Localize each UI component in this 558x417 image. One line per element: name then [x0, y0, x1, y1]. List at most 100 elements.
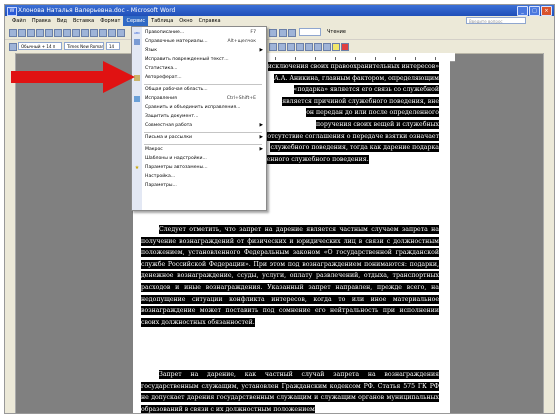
menu-item-label: Автореферат... [145, 75, 182, 80]
submenu-arrow-icon: ▶ [259, 48, 263, 53]
zoom-combo[interactable] [299, 28, 321, 36]
menu-item-statistics[interactable]: Статистика... [132, 65, 266, 73]
menu-window[interactable]: Окно [176, 16, 195, 26]
border-icon[interactable] [323, 43, 331, 51]
text-line: отсутствие соглашения о передаче взятки … [267, 131, 439, 141]
menu-item-customize[interactable]: Настройка... [132, 173, 266, 181]
menu-item-shortcut: F7 [250, 30, 256, 35]
menu-item-label: Исправления [145, 96, 177, 101]
paragraph-2: Следует отметить, что запрет на дарение … [141, 224, 439, 328]
menu-item-templates-addins[interactable]: Шаблоны и надстройки... [132, 155, 266, 163]
menu-service[interactable]: Сервис [123, 16, 149, 26]
title-bar: W Хлонова Наталья Валерьевна.doc - Micro… [5, 5, 554, 16]
paste-icon[interactable] [99, 29, 107, 37]
new-document-icon[interactable] [9, 29, 17, 37]
menu-item-label: Настройка... [145, 174, 176, 179]
menu-item-track-changes[interactable]: Исправления Ctrl+Shift+E [132, 95, 266, 103]
menu-separator [144, 132, 262, 133]
bullets-icon[interactable] [296, 43, 304, 51]
menu-item-macro[interactable]: Макрос ▶ [132, 146, 266, 154]
vertical-scrollbar[interactable] [543, 53, 554, 413]
menu-item-compare-merge[interactable]: Сравнить и объединить исправления... [132, 104, 266, 112]
font-color-icon[interactable] [341, 43, 349, 51]
submenu-arrow-icon: ▶ [259, 135, 263, 140]
menu-item-label: Сравнить и объединить исправления... [145, 105, 241, 110]
menu-insert[interactable]: Вставка [70, 16, 97, 26]
menu-format[interactable]: Формат [97, 16, 123, 26]
menu-item-autocorrect-options[interactable]: ★ Параметры автозамены... [132, 164, 266, 172]
menu-item-collaboration[interactable]: Совместная работа ▶ [132, 122, 266, 130]
menu-separator [144, 144, 262, 145]
maximize-icon[interactable]: □ [529, 6, 540, 16]
menu-file[interactable]: Файл [9, 16, 29, 26]
menu-item-label: Общая рабочая область... [145, 87, 208, 92]
menu-table[interactable]: Таблица [148, 16, 176, 26]
menu-view[interactable]: Вид [54, 16, 70, 26]
window-controls: _ □ × [517, 6, 552, 16]
text-line: А.А. Аникина, главным фактором, определя… [274, 73, 439, 83]
menu-item-protect-document[interactable]: Защитить документ... [132, 113, 266, 121]
help-search-input[interactable]: Введите вопрос [466, 17, 526, 24]
undo-icon[interactable] [117, 29, 125, 37]
styles-pane-icon[interactable] [9, 43, 17, 51]
hyperlink-icon[interactable] [279, 29, 287, 37]
menu-item-language[interactable]: Язык ▶ [132, 47, 266, 55]
menu-item-autosummarize[interactable]: Автореферат... [132, 74, 266, 82]
permission-icon[interactable] [36, 29, 44, 37]
menu-item-fix-text[interactable]: Исправить поврежденный текст... [132, 56, 266, 64]
spelling-icon[interactable] [63, 29, 71, 37]
text-line: служебного поведения, тогда как дарение … [270, 143, 439, 153]
menu-item-shortcut: Alt+щелчок [227, 39, 256, 44]
menu-item-research[interactable]: Справочные материалы... Alt+щелчок [132, 38, 266, 46]
numbering-icon[interactable] [287, 43, 295, 51]
decrease-indent-icon[interactable] [305, 43, 313, 51]
menu-item-label: Статистика... [145, 66, 178, 71]
print-icon[interactable] [45, 29, 53, 37]
redo-icon[interactable] [269, 29, 277, 37]
formatting-toolbar: Обычный + 14 п Times New Roman 14 [5, 40, 554, 54]
font-size-combo[interactable]: 14 [106, 42, 120, 50]
menu-item-label: Макрос [145, 147, 163, 152]
menu-item-label: Защитить документ... [145, 114, 199, 119]
paragraph-3: Запрет на дарение, как частный случай за… [141, 369, 439, 413]
menu-bar: Файл Правка Вид Вставка Формат Сервис Та… [5, 16, 554, 26]
font-combo[interactable]: Times New Roman [64, 42, 104, 50]
format-painter-icon[interactable] [108, 29, 116, 37]
text-paragraph: Следует отметить, что запрет на дарение … [141, 225, 439, 327]
reading-mode-button[interactable]: Чтение [327, 28, 346, 37]
increase-indent-icon[interactable] [314, 43, 322, 51]
preview-icon[interactable] [54, 29, 62, 37]
save-icon[interactable] [27, 29, 35, 37]
menu-item-shared-workspace[interactable]: Общая рабочая область... [132, 86, 266, 94]
style-combo[interactable]: Обычный + 14 п [18, 42, 62, 50]
tables-icon[interactable] [288, 29, 296, 37]
menu-item-letters-mailings[interactable]: Письма и рассылки ▶ [132, 134, 266, 142]
research-icon[interactable] [72, 29, 80, 37]
highlight-icon[interactable] [332, 43, 340, 51]
cut-icon[interactable] [81, 29, 89, 37]
line-spacing-icon[interactable] [278, 43, 286, 51]
close-icon[interactable]: × [541, 6, 552, 16]
minimize-icon[interactable]: _ [517, 6, 528, 16]
text-line: он передан до или после определенного [306, 108, 439, 118]
menu-item-options[interactable]: Параметры... [132, 182, 266, 190]
word-app-icon[interactable]: W [7, 7, 17, 16]
menu-item-label: Шаблоны и надстройки... [145, 156, 207, 161]
book-icon [134, 39, 140, 45]
menu-item-spelling[interactable]: ABC Правописание... F7 [132, 29, 266, 37]
menu-help[interactable]: Справка [196, 16, 224, 26]
red-arrow-annotation [11, 61, 135, 93]
text-line: исключения своих правоохранительных инте… [267, 62, 439, 71]
copy-icon[interactable] [90, 29, 98, 37]
menu-item-label: Параметры... [145, 183, 177, 188]
text-line: является причиной служебного поведения, … [282, 96, 439, 106]
submenu-arrow-icon: ▶ [259, 123, 263, 128]
menu-edit[interactable]: Правка [29, 16, 54, 26]
menu-item-label: Язык [145, 48, 158, 53]
track-changes-icon [134, 96, 140, 102]
window-title: Хлонова Наталья Валерьевна.doc - Microso… [18, 7, 176, 14]
menu-item-label: Письма и рассылки [145, 135, 192, 140]
open-icon[interactable] [18, 29, 26, 37]
align-justify-icon[interactable] [269, 43, 277, 51]
text-paragraph: Запрет на дарение, как частный случай за… [141, 370, 439, 413]
